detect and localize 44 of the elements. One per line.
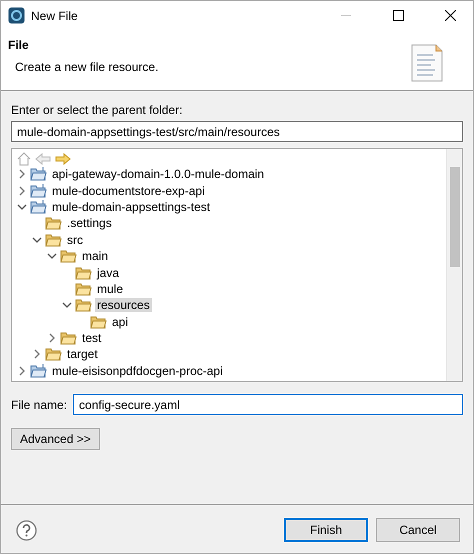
page-description: Create a new file resource. [15,60,158,74]
tree-item[interactable]: mule-documentstore-exp-api [50,184,207,198]
folder-icon [45,347,62,362]
dialog-button[interactable]: Cancel [376,518,460,542]
folder-icon [75,298,92,312]
tree-item[interactable]: test [80,331,104,346]
forward-arrow-icon[interactable] [55,152,71,166]
home-icon[interactable] [17,152,31,166]
project-folder-icon [30,184,47,198]
folder-path-field[interactable]: mule-domain-appsettings-test/src/main/resources [11,121,463,142]
folder-icon [45,216,62,230]
folder-icon [60,331,77,346]
folder-icon [75,266,92,280]
project-folder-icon [30,200,47,214]
tree-item[interactable]: mule [95,282,126,296]
project-folder-icon [30,167,47,182]
close-icon[interactable] [444,10,456,21]
tree-item[interactable]: mule-eisisonpdfdocgen-proc-api [50,364,225,378]
page-title: File [8,38,29,52]
folder-icon [75,282,92,296]
document-icon [409,43,445,83]
folder-icon [60,249,77,264]
help-icon[interactable] [16,520,37,540]
tree-item[interactable]: main [80,249,110,264]
tree-item[interactable]: api [110,314,130,329]
maximize-icon[interactable] [392,10,404,21]
scrollbar[interactable] [446,149,462,381]
folder-icon [45,232,62,247]
tree-item[interactable]: src [65,232,85,247]
tree-item[interactable]: mule-domain-appsettings-test [50,200,212,214]
window-title: New File [31,8,79,22]
folder-icon [90,314,107,329]
parent-folder-label: Enter or select the parent folder: [11,103,184,117]
tree-item[interactable]: api-gateway-domain-1.0.0-mule-domain [50,167,266,182]
app-icon [8,7,25,24]
tree-item[interactable]: resources [95,298,152,312]
tree-item[interactable]: .settings [65,216,114,230]
file-name-label: File name: [11,398,68,412]
tree-item[interactable]: java [95,266,122,280]
dialog-button[interactable]: Finish [284,518,368,542]
advanced-button[interactable]: Advanced >> [11,428,100,450]
tree-item[interactable]: target [65,347,100,362]
file-name-field[interactable]: config-secure.yaml [73,394,463,415]
project-folder-icon [30,364,47,378]
